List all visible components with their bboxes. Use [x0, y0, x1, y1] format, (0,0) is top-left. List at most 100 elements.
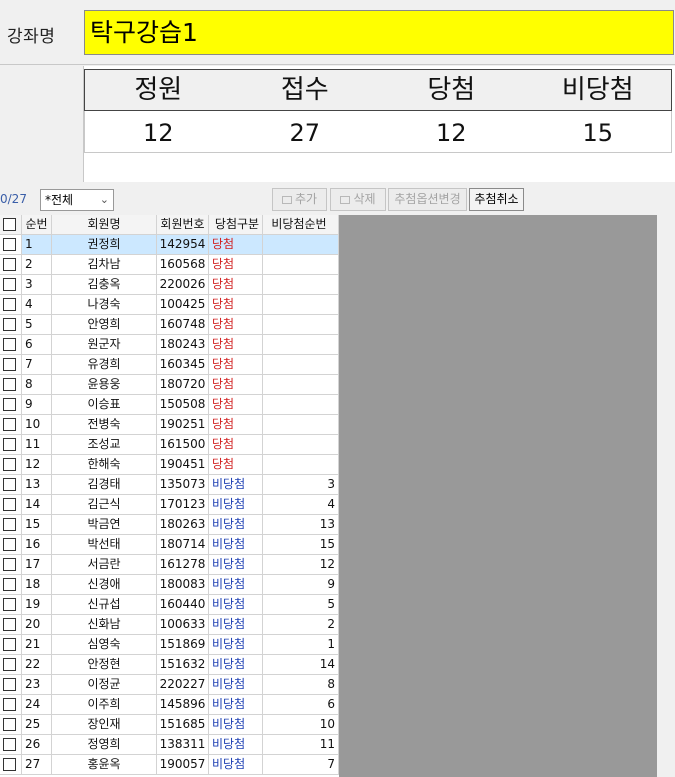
table-row[interactable]: 21 심영숙 151869 비당첨 1: [0, 635, 339, 655]
checkbox-icon: [3, 418, 16, 431]
row-number: 11: [22, 435, 52, 455]
draw-result: 당첨: [209, 395, 263, 415]
checkbox-icon: [3, 558, 16, 571]
member-name: 유경희: [52, 355, 157, 375]
table-row[interactable]: 14 김근식 170123 비당첨 4: [0, 495, 339, 515]
row-checkbox[interactable]: [0, 295, 22, 315]
select-all-checkbox[interactable]: [0, 215, 22, 235]
checkbox-icon: [3, 598, 16, 611]
table-row[interactable]: 7 유경희 160345 당첨: [0, 355, 339, 375]
row-checkbox[interactable]: [0, 555, 22, 575]
member-number: 220227: [157, 675, 209, 695]
column-header[interactable]: 회원명: [52, 215, 157, 235]
table-row[interactable]: 26 정영희 138311 비당첨 11: [0, 735, 339, 755]
table-row[interactable]: 17 서금란 161278 비당첨 12: [0, 555, 339, 575]
table-row[interactable]: 4 나경숙 100425 당첨: [0, 295, 339, 315]
table-row[interactable]: 10 전병숙 190251 당첨: [0, 415, 339, 435]
table-row[interactable]: 27 홍윤옥 190057 비당첨 7: [0, 755, 339, 775]
row-checkbox[interactable]: [0, 695, 22, 715]
waitlist-rank: 6: [263, 695, 339, 715]
member-name: 신경애: [52, 575, 157, 595]
table-row[interactable]: 2 김차남 160568 당첨: [0, 255, 339, 275]
table-row[interactable]: 1 권정희 142954 당첨: [0, 235, 339, 255]
row-checkbox[interactable]: [0, 455, 22, 475]
table-row[interactable]: 5 안영희 160748 당첨: [0, 315, 339, 335]
row-number: 2: [22, 255, 52, 275]
waitlist-rank: [263, 335, 339, 355]
table-row[interactable]: 18 신경애 180083 비당첨 9: [0, 575, 339, 595]
table-row[interactable]: 25 장인재 151685 비당첨 10: [0, 715, 339, 735]
table-row[interactable]: 9 이승표 150508 당첨: [0, 395, 339, 415]
row-checkbox[interactable]: [0, 235, 22, 255]
row-number: 25: [22, 715, 52, 735]
member-number: 142954: [157, 235, 209, 255]
row-checkbox[interactable]: [0, 375, 22, 395]
row-checkbox[interactable]: [0, 655, 22, 675]
table-row[interactable]: 15 박금연 180263 비당첨 13: [0, 515, 339, 535]
table-row[interactable]: 6 원군자 180243 당첨: [0, 335, 339, 355]
row-checkbox[interactable]: [0, 435, 22, 455]
table-row[interactable]: 13 김경태 135073 비당첨 3: [0, 475, 339, 495]
row-checkbox[interactable]: [0, 475, 22, 495]
row-checkbox[interactable]: [0, 575, 22, 595]
member-name: 심영숙: [52, 635, 157, 655]
waitlist-rank: 9: [263, 575, 339, 595]
column-header[interactable]: 순번: [22, 215, 52, 235]
row-checkbox[interactable]: [0, 675, 22, 695]
row-checkbox[interactable]: [0, 635, 22, 655]
waitlist-rank: 7: [263, 755, 339, 775]
checkbox-icon: [3, 298, 16, 311]
member-number: 170123: [157, 495, 209, 515]
lecture-name-field[interactable]: 탁구강습1: [84, 10, 674, 55]
row-checkbox[interactable]: [0, 595, 22, 615]
stats-side-panel: [0, 66, 84, 182]
table-row[interactable]: 19 신규섭 160440 비당첨 5: [0, 595, 339, 615]
row-checkbox[interactable]: [0, 335, 22, 355]
member-name: 한해숙: [52, 455, 157, 475]
cancel-draw-button[interactable]: 추첨취소: [469, 188, 524, 211]
member-number: 190057: [157, 755, 209, 775]
checkbox-icon: [3, 218, 16, 231]
table-row[interactable]: 20 신화남 100633 비당첨 2: [0, 615, 339, 635]
draw-result: 비당첨: [209, 695, 263, 715]
row-checkbox[interactable]: [0, 395, 22, 415]
member-name: 이승표: [52, 395, 157, 415]
row-checkbox[interactable]: [0, 315, 22, 335]
member-number: 150508: [157, 395, 209, 415]
delete-button[interactable]: 삭제: [330, 188, 386, 211]
column-header[interactable]: 회원번호: [157, 215, 209, 235]
draw-option-button[interactable]: 추첨옵션변경: [388, 188, 467, 211]
draw-result: 비당첨: [209, 575, 263, 595]
draw-result: 당첨: [209, 255, 263, 275]
waitlist-rank: [263, 375, 339, 395]
filter-select[interactable]: *전체 ⌄: [40, 189, 114, 211]
column-header[interactable]: 비당첨순번: [263, 215, 339, 235]
checkbox-icon: [3, 678, 16, 691]
member-name: 안영희: [52, 315, 157, 335]
row-checkbox[interactable]: [0, 715, 22, 735]
row-checkbox[interactable]: [0, 755, 22, 775]
column-header[interactable]: 당첨구분: [209, 215, 263, 235]
row-checkbox[interactable]: [0, 275, 22, 295]
row-checkbox[interactable]: [0, 415, 22, 435]
row-checkbox[interactable]: [0, 255, 22, 275]
member-name: 김경태: [52, 475, 157, 495]
table-row[interactable]: 8 윤용웅 180720 당첨: [0, 375, 339, 395]
table-row[interactable]: 22 안정현 151632 비당첨 14: [0, 655, 339, 675]
table-row[interactable]: 16 박선태 180714 비당첨 15: [0, 535, 339, 555]
row-checkbox[interactable]: [0, 735, 22, 755]
table-row[interactable]: 24 이주희 145896 비당첨 6: [0, 695, 339, 715]
table-row[interactable]: 12 한해숙 190451 당첨: [0, 455, 339, 475]
draw-result: 비당첨: [209, 755, 263, 775]
add-button[interactable]: 추가: [272, 188, 327, 211]
row-number: 21: [22, 635, 52, 655]
table-row[interactable]: 23 이정균 220227 비당첨 8: [0, 675, 339, 695]
table-row[interactable]: 11 조성교 161500 당첨: [0, 435, 339, 455]
table-row[interactable]: 3 김충옥 220026 당첨: [0, 275, 339, 295]
row-checkbox[interactable]: [0, 355, 22, 375]
row-checkbox[interactable]: [0, 515, 22, 535]
member-number: 151869: [157, 635, 209, 655]
row-checkbox[interactable]: [0, 615, 22, 635]
row-checkbox[interactable]: [0, 535, 22, 555]
row-checkbox[interactable]: [0, 495, 22, 515]
